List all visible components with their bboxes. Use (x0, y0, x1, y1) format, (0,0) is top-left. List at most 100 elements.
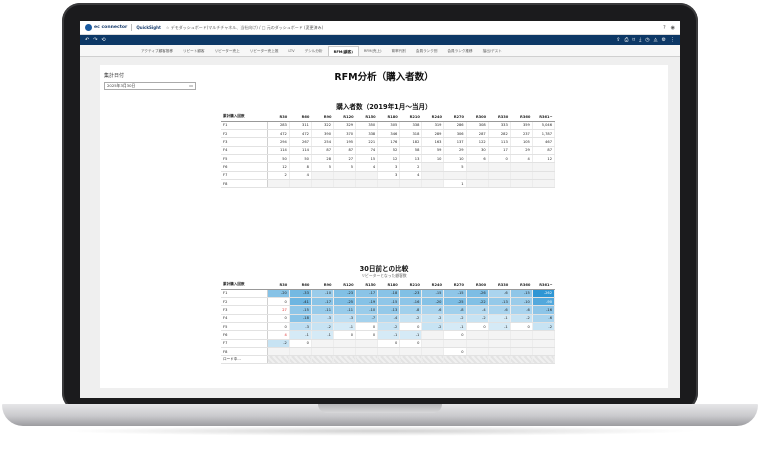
brand-logo-icon (85, 24, 92, 31)
table-cell (532, 162, 556, 172)
column-header[interactable]: R90 (311, 281, 334, 290)
table-cell (488, 347, 511, 357)
column-header[interactable]: R90 (311, 113, 334, 122)
tab-item[interactable]: RFM(売上) (359, 46, 387, 56)
table-cell: -1 (488, 314, 511, 324)
table-cell: 122 (466, 137, 489, 147)
tab-item[interactable]: アクティブ顧客推移 (136, 46, 178, 56)
redo-icon[interactable]: ↷ (93, 37, 97, 43)
settings-icon[interactable]: ⚙ (662, 37, 666, 43)
print-icon[interactable]: ⎙ (624, 37, 628, 43)
table-cell: 350 (355, 121, 379, 131)
schedule-icon[interactable]: ◷ (645, 37, 649, 43)
undo-icon[interactable]: ↶ (85, 37, 89, 43)
menu-icon[interactable]: ⋮ (670, 37, 675, 43)
tab-item[interactable]: 抽出/デスト (478, 46, 507, 56)
column-header[interactable]: R300 (466, 281, 489, 290)
table-cell (355, 339, 379, 348)
help-icon[interactable]: ? (663, 25, 666, 31)
tab-item[interactable]: 会員ランク推移 (442, 46, 477, 56)
column-header[interactable]: R60 (289, 281, 312, 290)
column-header[interactable]: R270 (443, 281, 467, 290)
table-cell: -10 (355, 305, 379, 315)
column-header[interactable]: R150 (355, 113, 378, 122)
calendar-icon[interactable]: ▭ (189, 83, 193, 89)
tab-item[interactable]: RFM(顧客) (327, 46, 359, 56)
bookmark-icon[interactable]: ⌑ (632, 37, 635, 43)
table-cell (399, 347, 423, 357)
column-header[interactable]: R180 (377, 113, 400, 122)
table-cell: 52 (377, 146, 401, 156)
table-cell (532, 179, 556, 189)
column-header[interactable]: R30 (267, 113, 290, 122)
tab-item[interactable]: デシル分析 (300, 46, 328, 56)
table-cell (532, 355, 556, 365)
product-name[interactable]: QuickSight (136, 25, 161, 30)
column-header[interactable]: R210 (399, 113, 422, 122)
table-cell (333, 339, 357, 348)
column-header[interactable]: R360 (510, 281, 533, 290)
column-header[interactable]: R361~ (532, 281, 555, 290)
column-header[interactable]: R120 (333, 281, 356, 290)
column-header[interactable]: R240 (421, 281, 444, 290)
tab-item[interactable]: リピート顧客 (178, 46, 210, 56)
column-header[interactable]: R210 (399, 281, 422, 290)
column-header[interactable]: R30 (267, 281, 290, 290)
column-header[interactable]: R330 (488, 113, 511, 122)
breadcrumb[interactable]: ☆ デモダッシュボード(マルチチャネル、当社向け) / □ 元のダッシュボード … (166, 25, 323, 31)
download-icon[interactable]: ⤓ (639, 37, 641, 43)
column-header[interactable]: R120 (333, 113, 356, 122)
column-header[interactable]: R150 (355, 281, 378, 290)
column-header[interactable]: R360 (510, 113, 533, 122)
row-label: F1 (221, 289, 268, 299)
column-header[interactable]: R330 (488, 281, 511, 290)
table-cell (532, 339, 556, 348)
table-cell: 319 (421, 121, 445, 131)
tab-item[interactable]: 育率代別 (387, 46, 411, 56)
table-cell: 12 (377, 154, 401, 164)
column-header[interactable]: R240 (421, 113, 444, 122)
table-cell (267, 355, 290, 365)
tab-item[interactable]: リピーター売上推 (245, 46, 284, 56)
table-cell: 87 (311, 146, 334, 156)
tab-item[interactable]: 会員ランク別 (411, 46, 443, 56)
column-header[interactable]: R60 (289, 113, 312, 122)
table-cell: 87 (333, 146, 357, 156)
table-cell: 4 (355, 162, 379, 172)
tab-item[interactable]: LTV (283, 46, 299, 56)
table-cell: 0 (333, 330, 357, 340)
user-icon[interactable]: ◉ (671, 25, 675, 31)
table-cell (289, 179, 312, 189)
table-cell (510, 179, 533, 189)
date-picker[interactable]: 2025年3月30日 ▭ (104, 82, 196, 90)
table-cell: -6 (488, 305, 511, 315)
column-header[interactable]: R180 (377, 281, 400, 290)
reset-icon[interactable]: ⟲ (101, 37, 105, 43)
alert-icon[interactable]: ◬ (654, 37, 658, 43)
table-cell: 308 (466, 121, 489, 131)
table-cell: -25 (443, 297, 467, 307)
table-cell: 12 (267, 162, 290, 172)
table-cell: 0 (488, 154, 511, 164)
column-header[interactable]: R270 (443, 113, 467, 122)
table-cell: 0 (355, 322, 379, 332)
tab-item[interactable]: リピーター売上 (210, 46, 245, 56)
table-cell: 10 (443, 154, 467, 164)
table-cell: 105 (510, 137, 533, 147)
table-cell: 5 (311, 162, 334, 172)
table-cell (466, 162, 489, 172)
table-cell: 318 (399, 129, 423, 139)
column-header[interactable]: R300 (466, 113, 489, 122)
table-cell: 0 (399, 322, 423, 332)
table-cell (510, 171, 533, 180)
table-cell (443, 171, 467, 180)
column-header[interactable]: R361~ (532, 113, 555, 122)
table-cell: -18 (377, 289, 401, 299)
table-cell: -1 (399, 330, 423, 340)
table-cell: 4 (510, 154, 533, 164)
table-cell: -20 (267, 289, 290, 299)
row-label: F6 (221, 330, 268, 340)
table2-subtitle: リピーターとなった顧客数 (361, 273, 407, 278)
brand-logo[interactable]: ec connector (85, 24, 127, 31)
share-icon[interactable]: ⇪ (616, 37, 620, 43)
